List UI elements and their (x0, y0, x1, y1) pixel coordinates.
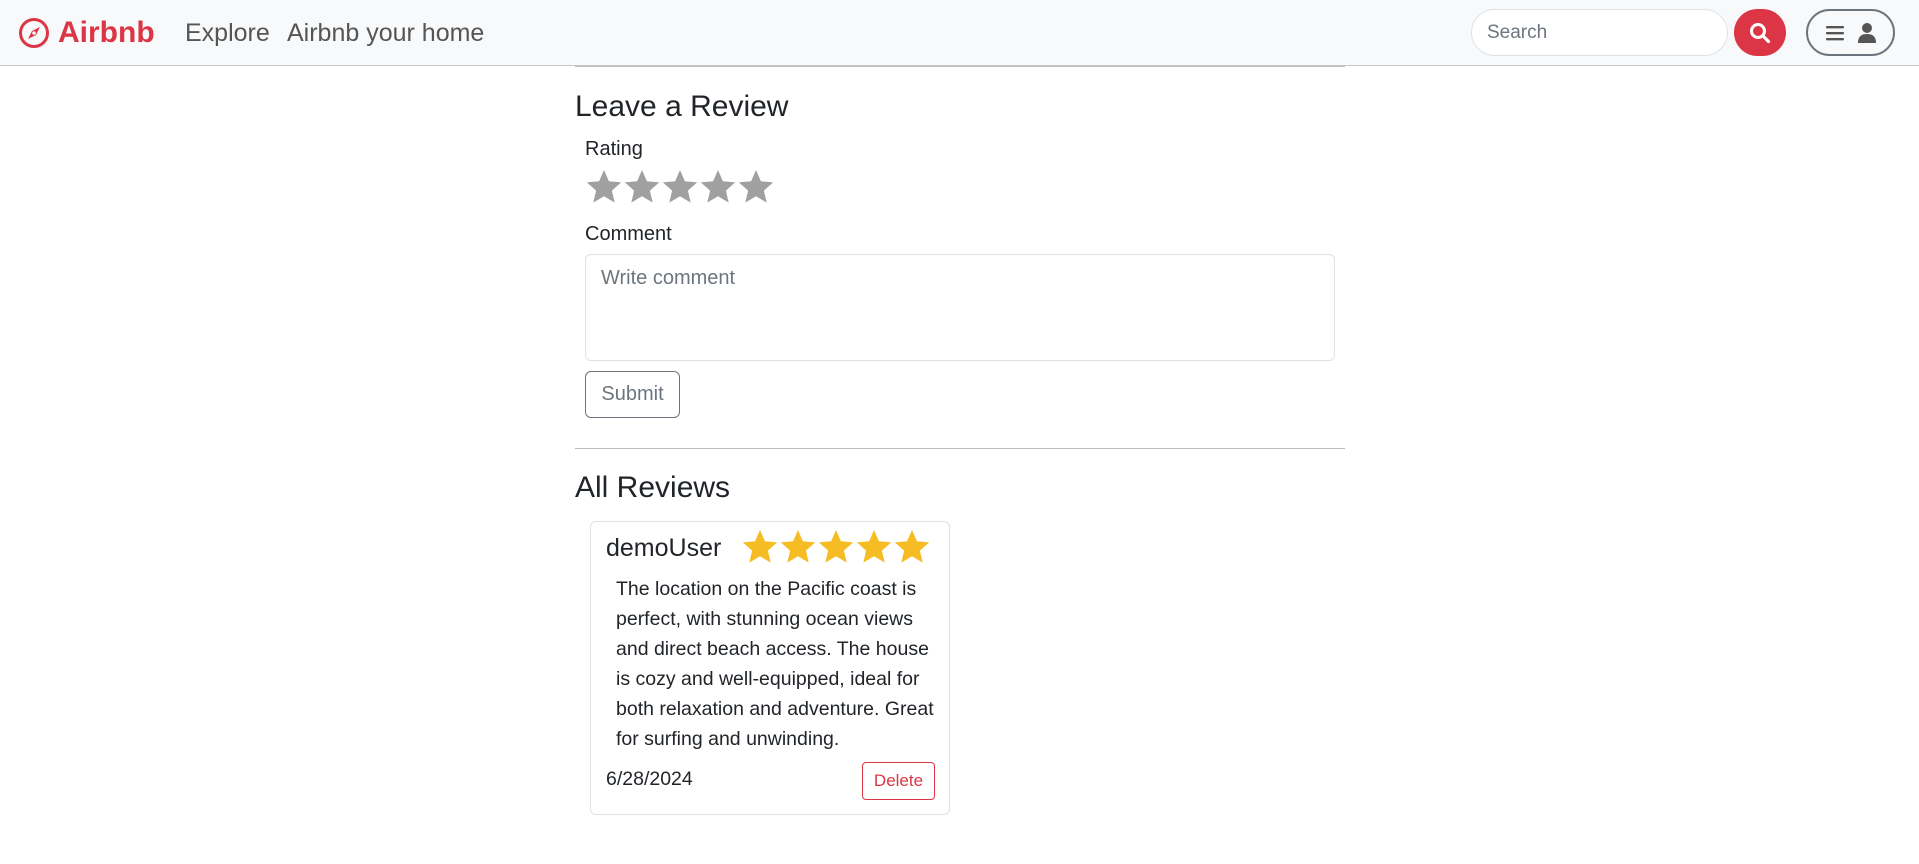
comment-textarea[interactable] (585, 254, 1335, 361)
magnifier-icon (1750, 22, 1771, 43)
search-button[interactable] (1734, 9, 1786, 56)
review-star-icon (894, 530, 930, 563)
leave-review-title: Leave a Review (575, 90, 789, 123)
review-text: The location on the Pacific coast is per… (616, 578, 934, 750)
review-star-icon (856, 530, 892, 563)
all-reviews-title: All Reviews (575, 471, 731, 504)
review-card: demoUser The location on the Pacific coa… (590, 521, 950, 815)
brand-link[interactable]: Airbnb (18, 14, 155, 52)
navbar: Airbnb Explore Airbnb your home (0, 0, 1919, 66)
rating-star-1-icon[interactable] (585, 168, 623, 206)
hamburger-icon (1825, 25, 1844, 40)
search-input[interactable] (1471, 9, 1728, 56)
delete-review-button[interactable]: Delete (862, 762, 935, 800)
rating-label: Rating (585, 138, 643, 160)
review-star-icon (742, 530, 778, 563)
nav-link-airbnb-your-home[interactable]: Airbnb your home (287, 17, 484, 49)
review-rating-stars (741, 528, 931, 566)
brand-name: Airbnb (58, 16, 155, 49)
rating-star-2-icon[interactable] (623, 168, 661, 206)
review-star-icon (780, 530, 816, 563)
divider (575, 448, 1345, 449)
user-icon (1857, 22, 1876, 43)
rating-star-3-icon[interactable] (661, 168, 699, 206)
rating-star-5-icon[interactable] (737, 168, 775, 206)
divider (575, 66, 1345, 67)
rating-stars-input[interactable] (585, 168, 775, 206)
compass-icon (19, 18, 49, 48)
review-star-icon (818, 530, 854, 563)
rating-star-4-icon[interactable] (699, 168, 737, 206)
nav-link-explore[interactable]: Explore (185, 17, 270, 49)
submit-button[interactable]: Submit (585, 371, 680, 418)
review-author: demoUser (606, 534, 722, 562)
comment-label: Comment (585, 223, 672, 245)
user-menu-button[interactable] (1806, 9, 1895, 56)
review-date: 6/28/2024 (606, 768, 693, 790)
